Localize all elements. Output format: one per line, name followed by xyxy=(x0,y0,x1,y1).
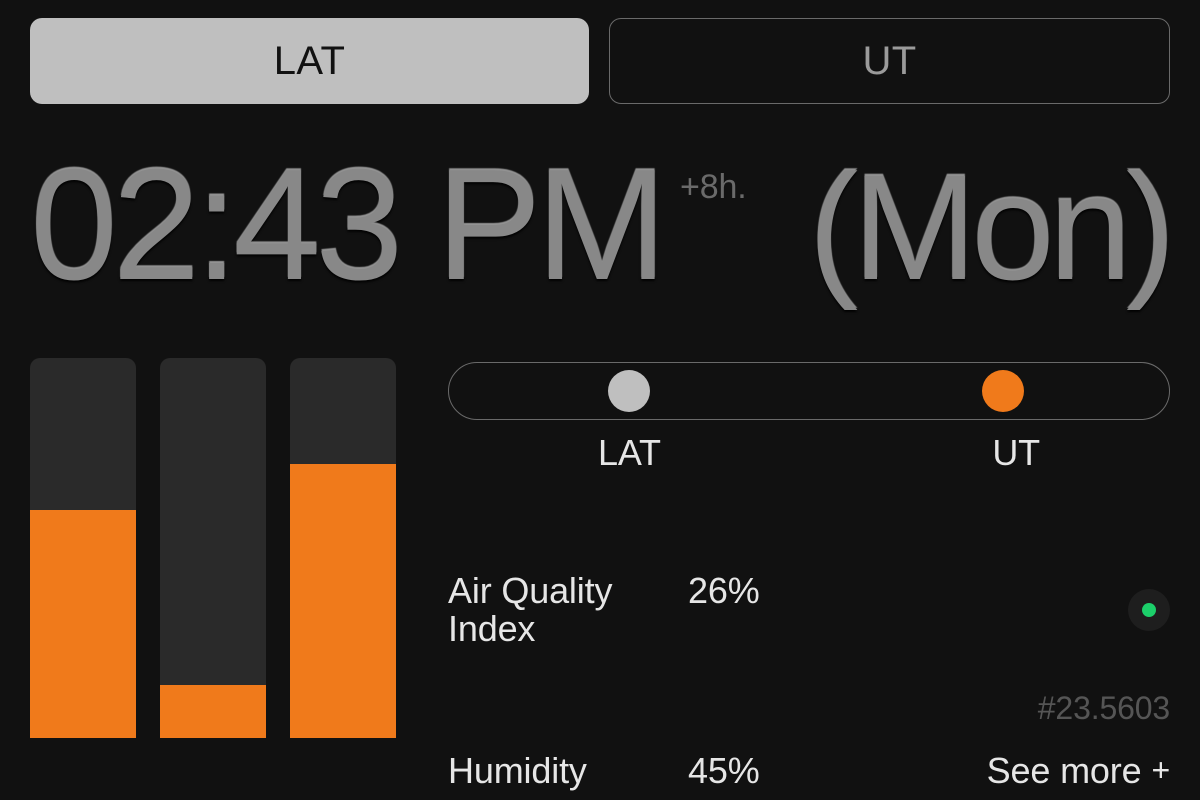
metric-ref: #23.5603 xyxy=(448,692,1170,726)
slider-dot-lat[interactable] xyxy=(608,370,650,412)
plus-icon: + xyxy=(1151,754,1170,788)
status-dot-icon xyxy=(1142,603,1156,617)
bar-chart xyxy=(30,358,396,738)
slider-label-ut: UT xyxy=(992,432,1040,474)
status-indicator xyxy=(1128,589,1170,631)
metric-aqi-value: 26% xyxy=(688,572,760,610)
bar-3 xyxy=(290,358,396,738)
bar-2 xyxy=(160,358,266,738)
metric-aqi: Air Quality Index 26% xyxy=(448,572,1170,648)
reference-id: #23.5603 xyxy=(1038,692,1170,726)
see-more-button[interactable]: See more + xyxy=(987,752,1170,790)
slider-labels: LAT UT xyxy=(448,432,1170,474)
tab-ut[interactable]: UT xyxy=(609,18,1170,104)
clock-row: 02:43 PM +8h. (Mon) xyxy=(30,146,1170,304)
metric-humidity-value: 45% xyxy=(688,752,760,790)
clock-time: 02:43 PM xyxy=(30,146,662,304)
slider-label-lat: LAT xyxy=(598,432,661,474)
bar-3-fill xyxy=(290,464,396,738)
time-zone-tabs: LAT UT xyxy=(30,18,1170,104)
clock-offset: +8h. xyxy=(680,146,746,207)
see-more-label: See more xyxy=(987,752,1142,790)
bar-2-fill xyxy=(160,685,266,738)
clock-day: (Mon) xyxy=(778,152,1170,302)
bar-1 xyxy=(30,358,136,738)
tab-lat[interactable]: LAT xyxy=(30,18,589,104)
bar-1-fill xyxy=(30,510,136,738)
metric-humidity-label: Humidity xyxy=(448,752,688,790)
slider-dot-ut[interactable] xyxy=(982,370,1024,412)
metric-humidity: Humidity 45% See more + xyxy=(448,752,1170,790)
metric-aqi-label: Air Quality Index xyxy=(448,572,688,648)
time-slider[interactable] xyxy=(448,362,1170,420)
